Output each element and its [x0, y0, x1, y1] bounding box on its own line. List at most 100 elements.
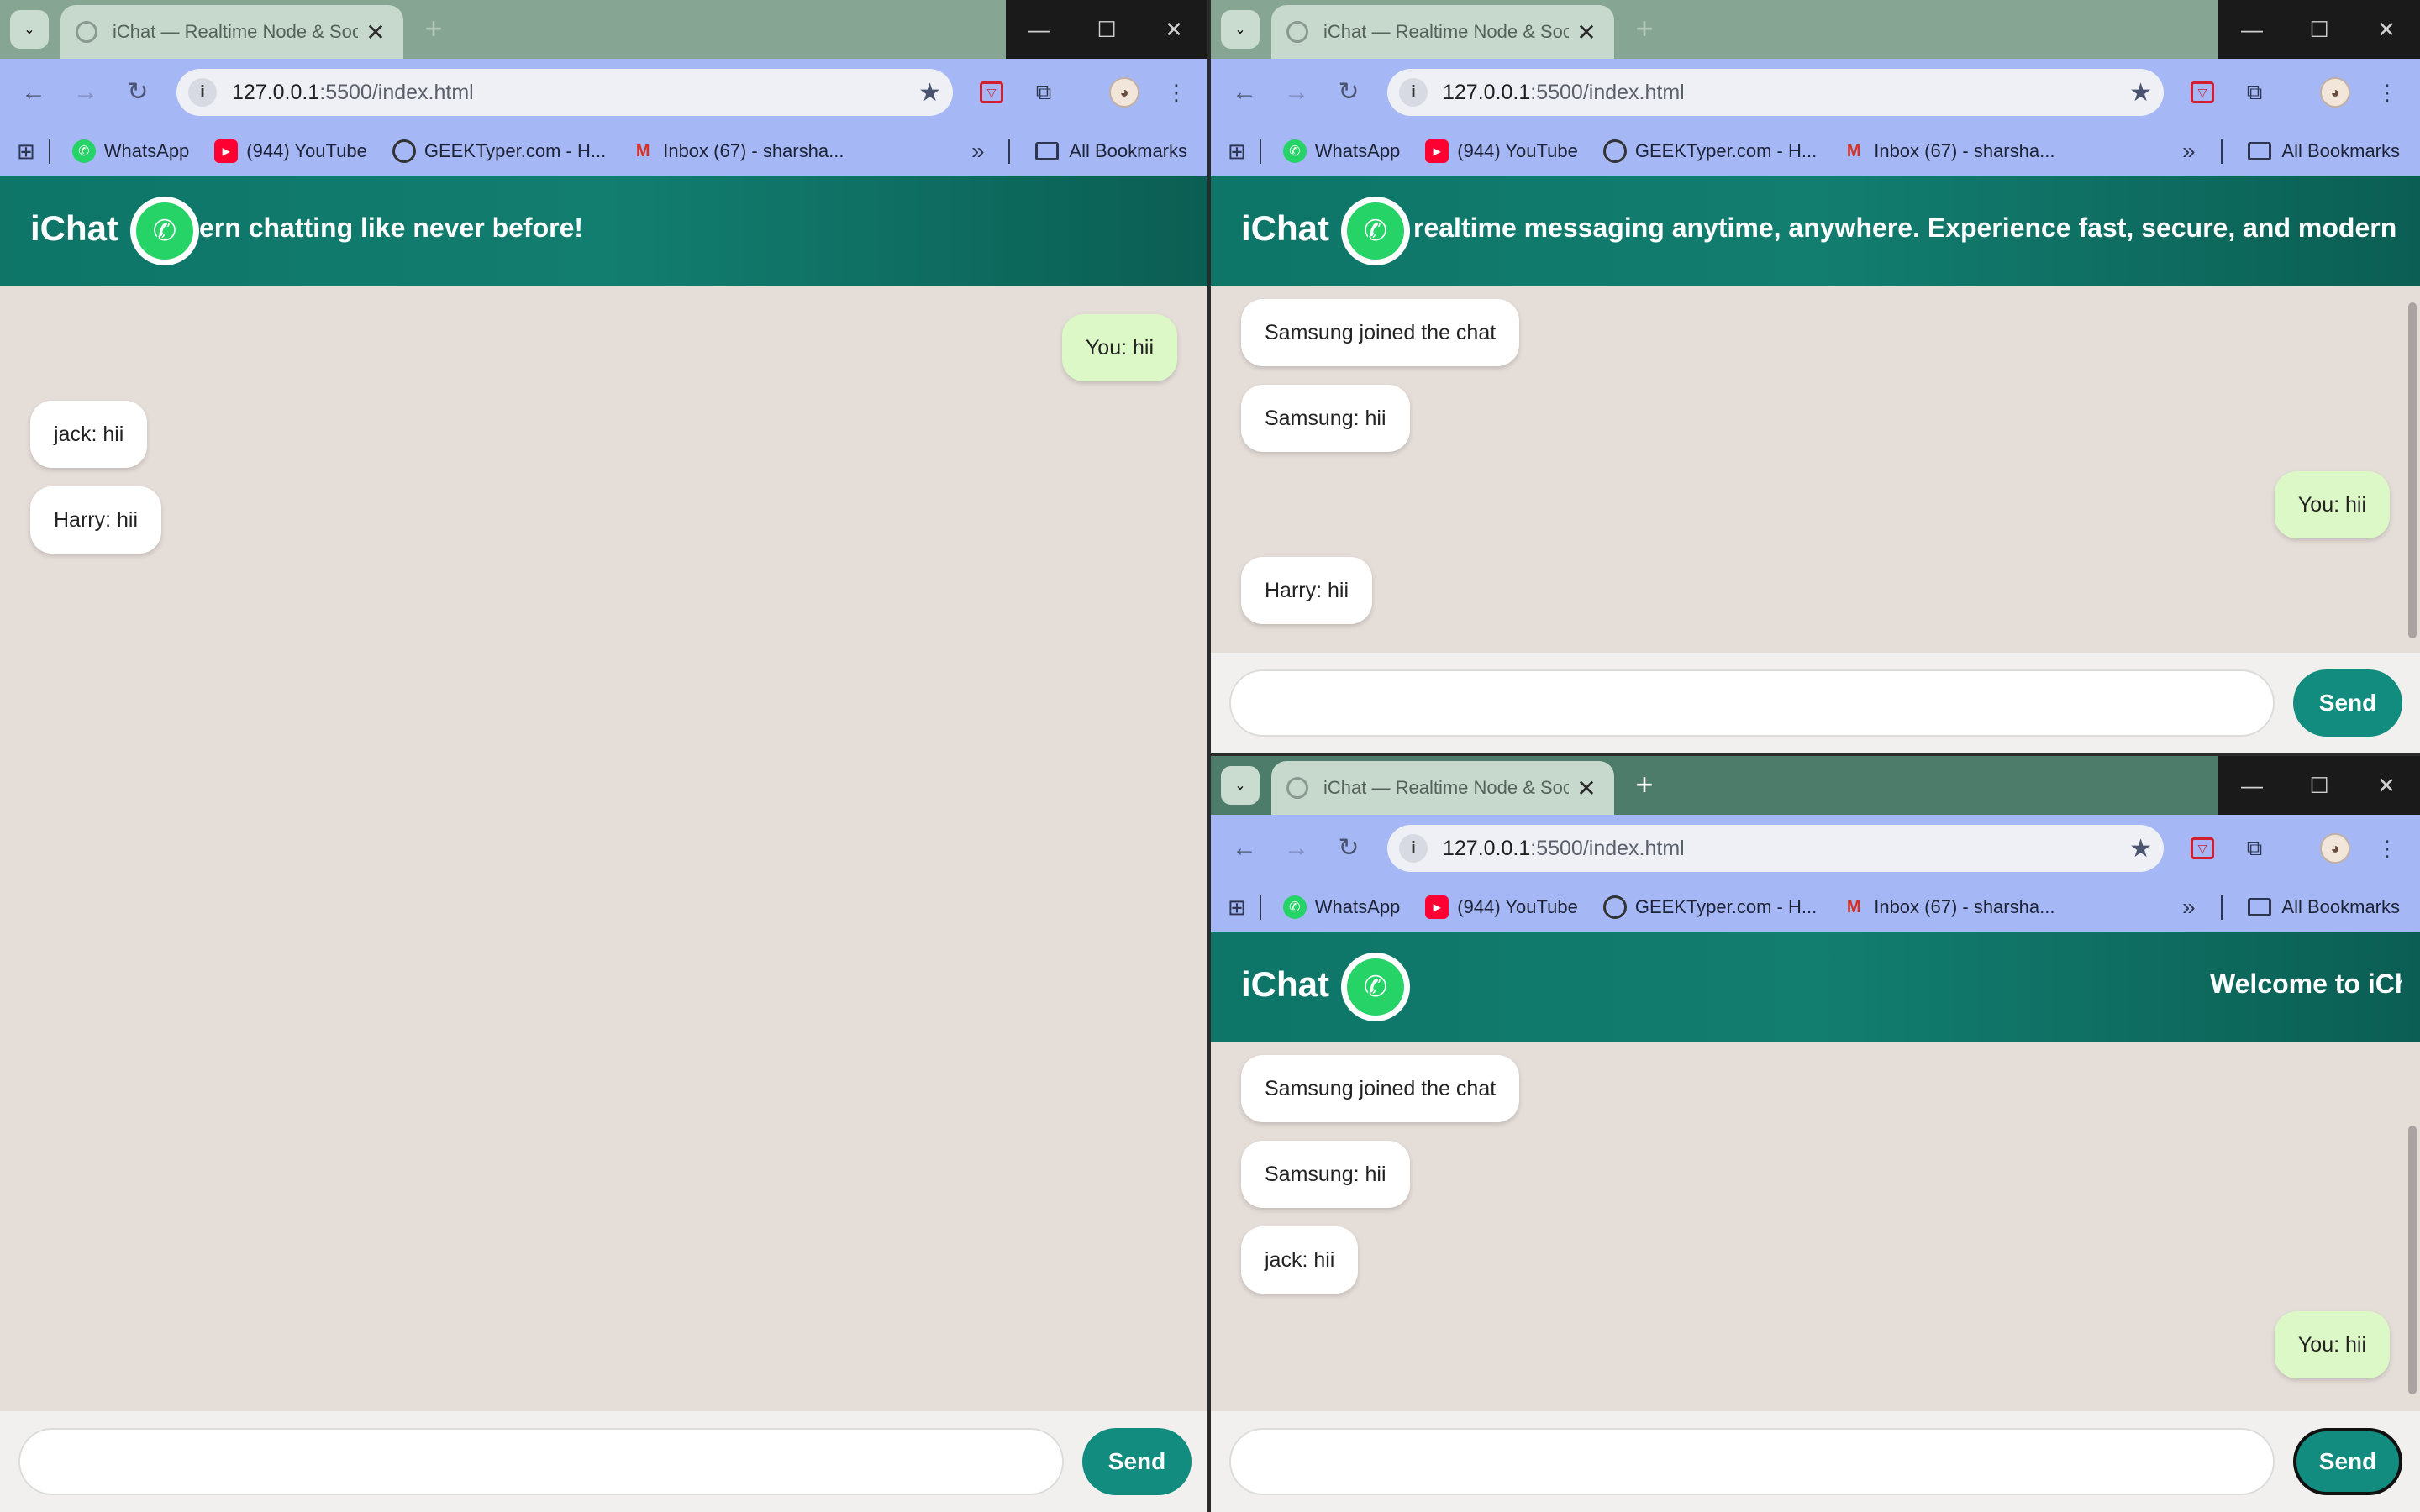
minimize-icon[interactable]: —	[2218, 756, 2286, 815]
welcome-marquee: Welcome to iCh	[2210, 969, 2402, 999]
tab-ichat[interactable]: iChat — Realtime Node & Socket ✕	[60, 5, 403, 59]
message-bubble: jack: hii	[30, 401, 148, 468]
maximize-icon[interactable]: ☐	[1073, 0, 1140, 59]
bookmark-star-icon[interactable]: ★	[918, 78, 941, 108]
bookmark-whatsapp[interactable]: ✆ WhatsApp	[1282, 895, 1400, 919]
send-button[interactable]: Send	[2293, 669, 2402, 737]
address-bar[interactable]: i 127.0.0.1:5500/index.html ★	[1387, 825, 2164, 872]
more-bookmarks-icon[interactable]: »	[2182, 138, 2196, 165]
minimize-icon[interactable]: —	[2218, 0, 2286, 59]
send-button[interactable]: Send	[1082, 1428, 1192, 1495]
message-bubble: jack: hii	[1241, 1226, 1359, 1294]
site-info-icon[interactable]: i	[188, 78, 217, 107]
profile-avatar[interactable]: ◕	[1107, 76, 1141, 109]
profile-avatar[interactable]: ◕	[2318, 76, 2352, 109]
tab-close-icon[interactable]: ✕	[363, 18, 388, 46]
forward-icon[interactable]: →	[1280, 832, 1313, 865]
more-bookmarks-icon[interactable]: »	[971, 138, 985, 165]
bookmarks-bar: ⊞ ✆ WhatsApp ▶ (944) YouTube GEEKTyper.com…	[1211, 126, 2420, 176]
extensions-puzzle-icon[interactable]: ⧉	[2238, 832, 2271, 865]
bookmark-youtube[interactable]: ▶ (944) YouTube	[214, 139, 367, 163]
forward-icon[interactable]: →	[69, 76, 103, 109]
message-bubble: Samsung joined the chat	[1241, 1055, 1520, 1122]
new-tab-button[interactable]: +	[1628, 768, 1661, 801]
bookmark-youtube[interactable]: ▶ (944) YouTube	[1425, 139, 1578, 163]
bookmark-star-icon[interactable]: ★	[2129, 834, 2152, 864]
message-form: Send	[1211, 1411, 2420, 1512]
back-icon[interactable]: ←	[17, 76, 50, 109]
more-bookmarks-icon[interactable]: »	[2182, 894, 2196, 921]
address-bar[interactable]: i 127.0.0.1:5500/index.html ★	[1387, 69, 2164, 116]
minimize-icon[interactable]: —	[1006, 0, 1073, 59]
bookmark-star-icon[interactable]: ★	[2129, 78, 2152, 108]
message-input[interactable]	[18, 1428, 1064, 1495]
message-input[interactable]	[1229, 1428, 2275, 1495]
all-bookmarks-button[interactable]: All Bookmarks	[1069, 140, 1187, 162]
back-icon[interactable]: ←	[1228, 76, 1261, 109]
all-bookmarks-button[interactable]: All Bookmarks	[2281, 140, 2400, 162]
message-input[interactable]	[1229, 669, 2275, 737]
tab-ichat[interactable]: iChat — Realtime Node & Socket ✕	[1271, 761, 1614, 815]
app-header: iChat ✆ realtime messaging anytime, anyw…	[1211, 176, 2420, 286]
profile-avatar[interactable]: ◕	[2318, 832, 2352, 865]
bookmark-gmail[interactable]: M Inbox (67) - sharsha...	[1842, 139, 2055, 163]
extensions-puzzle-icon[interactable]: ⧉	[1027, 76, 1060, 109]
apps-grid-icon[interactable]: ⊞	[17, 139, 35, 165]
close-window-icon[interactable]: ✕	[1140, 0, 1207, 59]
app-brand: iChat	[1241, 208, 1329, 248]
browser-toolbar: ← → ↻ i 127.0.0.1:5500/index.html ★ ▽ ⧉ …	[0, 59, 1207, 126]
send-button[interactable]: Send	[2293, 1428, 2402, 1495]
tab-title: iChat — Realtime Node & Socket	[1323, 21, 1569, 42]
tab-search-button[interactable]: ⌄	[1221, 10, 1260, 49]
bookmark-gmail[interactable]: M Inbox (67) - sharsha...	[631, 139, 844, 163]
bookmark-geektyper[interactable]: GEEKTyper.com - H...	[1602, 895, 1817, 919]
tab-search-button[interactable]: ⌄	[10, 10, 49, 49]
bookmark-geektyper[interactable]: GEEKTyper.com - H...	[392, 139, 606, 163]
reload-icon[interactable]: ↻	[1332, 832, 1365, 865]
site-info-icon[interactable]: i	[1399, 834, 1428, 863]
forward-icon[interactable]: →	[1280, 76, 1313, 109]
close-window-icon[interactable]: ✕	[2353, 756, 2420, 815]
globe-icon	[392, 139, 416, 163]
bookmark-whatsapp[interactable]: ✆ WhatsApp	[71, 139, 189, 163]
maximize-icon[interactable]: ☐	[2286, 0, 2353, 59]
bookmark-gmail[interactable]: M Inbox (67) - sharsha...	[1842, 895, 2055, 919]
apps-grid-icon[interactable]: ⊞	[1228, 139, 1246, 165]
address-bar[interactable]: i 127.0.0.1:5500/index.html ★	[176, 69, 953, 116]
message-bubble: You: hii	[1061, 314, 1177, 381]
bookmark-separator	[48, 139, 50, 164]
extension-pocket-icon[interactable]: ▽	[2186, 76, 2219, 109]
extensions-puzzle-icon[interactable]: ⧉	[2238, 76, 2271, 109]
new-tab-button[interactable]: +	[1628, 12, 1661, 45]
tab-ichat[interactable]: iChat — Realtime Node & Socket ✕	[1271, 5, 1614, 59]
site-info-icon[interactable]: i	[1399, 78, 1428, 107]
browser-menu-icon[interactable]: ⋮	[2370, 832, 2404, 865]
gmail-icon: M	[1846, 141, 1861, 160]
extension-pocket-icon[interactable]: ▽	[2186, 832, 2219, 865]
reload-icon[interactable]: ↻	[121, 76, 155, 109]
whatsapp-logo-icon: ✆	[130, 197, 199, 265]
bookmark-youtube[interactable]: ▶ (944) YouTube	[1425, 895, 1578, 919]
bookmark-geektyper[interactable]: GEEKTyper.com - H...	[1602, 139, 1817, 163]
new-tab-button[interactable]: +	[417, 12, 450, 45]
close-window-icon[interactable]: ✕	[2353, 0, 2420, 59]
window-controls: — ☐ ✕	[1006, 0, 1207, 59]
youtube-icon: ▶	[214, 139, 239, 163]
extension-pocket-icon[interactable]: ▽	[975, 76, 1008, 109]
back-icon[interactable]: ←	[1228, 832, 1261, 865]
reload-icon[interactable]: ↻	[1332, 76, 1365, 109]
tab-close-icon[interactable]: ✕	[1574, 774, 1599, 802]
all-bookmarks-button[interactable]: All Bookmarks	[2281, 896, 2400, 918]
apps-grid-icon[interactable]: ⊞	[1228, 895, 1246, 921]
bookmark-whatsapp[interactable]: ✆ WhatsApp	[1282, 139, 1400, 163]
chat-scrollbar[interactable]	[2408, 1126, 2417, 1394]
browser-menu-icon[interactable]: ⋮	[2370, 76, 2404, 109]
window-controls: — ☐ ✕	[2218, 756, 2420, 815]
tab-close-icon[interactable]: ✕	[1574, 18, 1599, 46]
chat-scrollbar[interactable]	[2408, 302, 2417, 638]
browser-menu-icon[interactable]: ⋮	[1160, 76, 1193, 109]
maximize-icon[interactable]: ☐	[2286, 756, 2353, 815]
bookmark-separator	[1259, 139, 1261, 164]
app-header: iChat ✆ Welcome to iCh	[1211, 932, 2420, 1042]
tab-search-button[interactable]: ⌄	[1221, 766, 1260, 805]
